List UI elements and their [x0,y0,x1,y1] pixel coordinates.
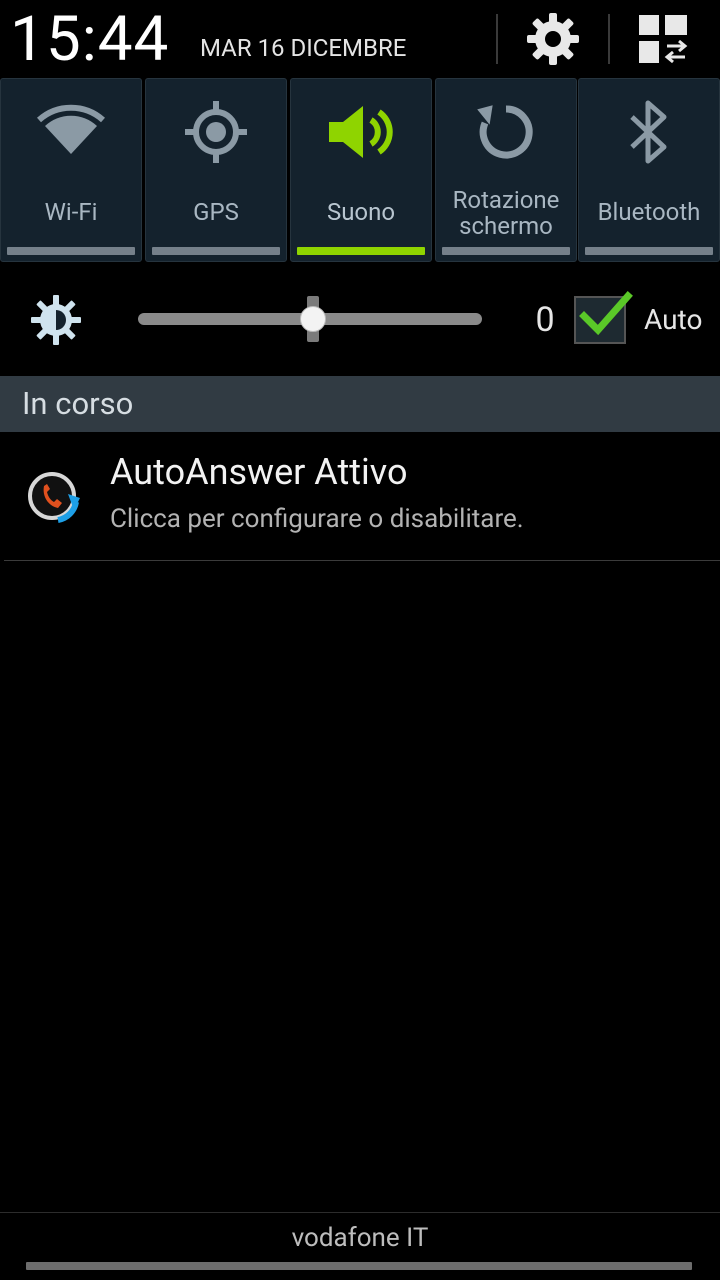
toggle-label-line2: schermo [459,212,553,240]
section-header-ongoing: In corso [0,376,720,432]
divider [0,1212,720,1213]
settings-button[interactable] [512,6,594,72]
toggle-label: Suono [326,198,396,226]
carrier-label: vodafone IT [291,1223,429,1253]
toggle-label: GPS [193,198,239,226]
notification-text: Clicca per configurare o disabilitare. [110,504,524,534]
toggle-gps[interactable]: GPS [145,78,287,262]
toggle-label: Wi-Fi [44,198,98,226]
divider [4,560,720,561]
toggle-label-line1: Rotazione [452,186,560,214]
notification-title: AutoAnswer Attivo [110,451,408,493]
grid-swap-icon [639,15,688,64]
toggle-rotation[interactable]: Rotazione schermo [435,78,577,262]
drag-handle[interactable] [26,1262,692,1270]
toggle-bluetooth[interactable]: Bluetooth [578,78,720,262]
header-divider [608,14,610,64]
toggle-indicator [152,247,280,255]
wifi-icon [37,104,105,154]
edit-toggles-button[interactable] [622,6,704,72]
notification-header: 15:44 MAR 16 DICEMBRE [0,0,720,78]
rotation-icon [477,105,533,159]
clock: 15:44 [10,3,170,76]
toggle-label: Rotazione schermo [436,187,576,239]
checkmark-icon [579,291,633,336]
header-divider [496,14,498,64]
gps-icon [185,101,247,163]
toggle-indicator [297,247,425,255]
notification-autoanswer[interactable]: AutoAnswer Attivo Clicca per configurare… [0,432,720,560]
autoanswer-app-icon [28,472,80,523]
toggle-indicator [442,247,570,255]
brightness-value: 0 [535,300,555,340]
sound-icon [329,106,393,158]
gear-icon [527,13,579,65]
toggle-indicator [585,247,713,255]
toggle-indicator [7,247,135,255]
toggle-sound[interactable]: Suono [290,78,432,262]
toggle-label: Bluetooth [597,198,701,226]
auto-brightness-label: Auto [644,303,703,336]
date: MAR 16 DICEMBRE [200,34,407,62]
auto-brightness-checkbox[interactable] [574,291,633,344]
section-title: In corso [22,385,134,422]
quick-toggles-bar: Wi-Fi GPS Suono Rotazione schermo Blueto… [0,78,720,262]
brightness-icon [31,295,81,345]
brightness-slider-thumb[interactable] [300,306,326,332]
toggle-wifi[interactable]: Wi-Fi [0,78,142,262]
bluetooth-icon [630,100,667,164]
